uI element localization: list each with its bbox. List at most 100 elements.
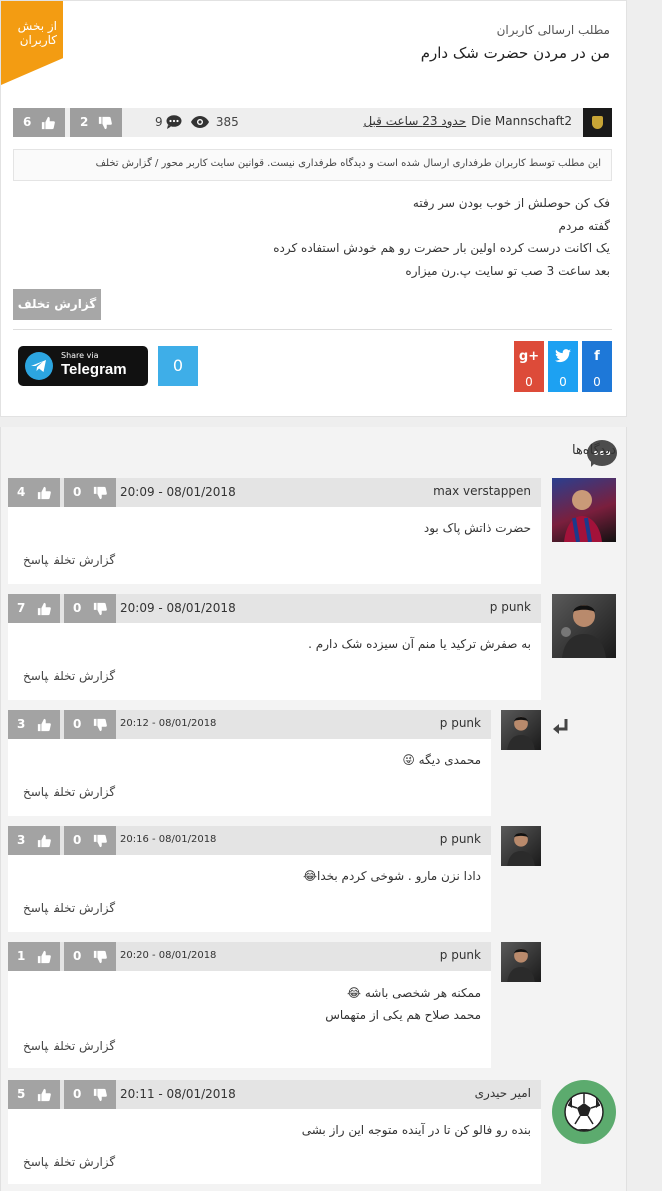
eye-icon [191,116,209,128]
comment-report-link[interactable]: گزارش تخلف [54,553,115,567]
comment-dislike-button[interactable]: 0 [64,594,116,623]
thumbs-down-icon [93,602,107,616]
comment-dislike-count: 0 [73,949,82,963]
comment-like-button[interactable]: 3 [8,710,60,739]
author-name[interactable]: Die Mannschaft2 [471,114,572,128]
comment-text: دادا نزن مارو . شوخی کردم بخدا😂 [303,866,481,886]
comment-header: p punk 20:12 - 08/01/2018 0 3 [8,710,491,739]
googleplus-share[interactable]: g+ 0 [514,341,544,392]
comment-like-button[interactable]: 1 [8,942,60,971]
comment-date: 20:16 - 08/01/2018 [120,834,217,845]
comment-date: 20:11 - 08/01/2018 [120,1087,236,1101]
post-body-line: یک اکانت درست کرده اولین بار حضرت رو هم … [273,241,610,255]
comment-report-link[interactable]: گزارش تخلف [54,669,115,683]
comment-author[interactable]: p punk [440,832,481,846]
comment-reply-link[interactable]: پاسخ [23,553,48,567]
comment-text-line: به صفرش ترکید یا منم آن سیزده شک دارم . [308,637,531,651]
comment-like-button[interactable]: 4 [8,478,60,507]
comment-text: محمدی دیگه 😜 [402,750,481,770]
comment-like-count: 7 [17,601,26,615]
post-category[interactable]: مطلب ارسالی کاربران [497,23,610,37]
comment-dislike-button[interactable]: 0 [64,826,116,855]
share-count: 0 [158,346,198,386]
views-count: 385 [215,115,239,129]
comment-header: p punk 20:09 - 08/01/2018 0 7 [8,594,541,623]
player-avatar[interactable] [552,478,616,542]
telegram-icon [25,352,53,380]
comment-text-line: محمد صلاح هم یکی از متهماس [325,1008,481,1022]
comment-header: p punk 20:20 - 08/01/2018 0 1 [8,942,491,971]
divider [13,329,612,330]
user-post-notice: این مطلب توسط کاربران طرفداری ارسال شده … [13,149,612,181]
comment-like-button[interactable]: 3 [8,826,60,855]
comment-dislike-button[interactable]: 0 [64,942,116,971]
comment-author[interactable]: امیر حیدری [475,1086,531,1100]
comment-report-link[interactable]: گزارش تخلف [54,1039,115,1053]
comment: max verstappen 20:09 - 08/01/2018 0 4 حض… [8,478,541,584]
comment-like-count: 1 [17,949,26,963]
thumbs-up-icon [37,718,51,732]
post-body-line: بعد ساعت 3 صب تو سایت پ.رن میزاره [405,263,610,278]
comment-actions: گزارش تخلف پاسخ [17,1155,115,1169]
comment-reply-link[interactable]: پاسخ [23,1039,48,1053]
author-line: Die Mannschaft2 حدود 23 ساعت قبل [363,114,572,128]
comment-reply-link[interactable]: پاسخ [23,669,48,683]
comment-text: ممکنه هر شخصی باشه 😂 محمد صلاح هم یکی از… [325,982,481,1026]
comment-actions: گزارش تخلف پاسخ [17,553,115,567]
twitter-share[interactable]: 0 [548,341,578,392]
dislike-count: 2 [80,115,89,129]
comment-report-link[interactable]: گزارش تخلف [54,1155,115,1169]
singer-avatar[interactable] [552,594,616,658]
singer-avatar[interactable] [501,826,541,866]
views-stat: 385 [191,115,239,129]
comment-dislike-count: 0 [73,717,82,731]
post-body-line: گفته مردم [558,218,610,233]
comment-dislike-button[interactable]: 0 [64,1080,116,1109]
comment-dislike-button[interactable]: 0 [64,710,116,739]
singer-avatar[interactable] [501,942,541,982]
comment-reply-link[interactable]: پاسخ [23,901,48,915]
comment-like-count: 5 [17,1087,26,1101]
facebook-share[interactable]: f 0 [582,341,612,392]
comment-author[interactable]: p punk [440,716,481,730]
comment-dislike-button[interactable]: 0 [64,478,116,507]
comment-actions: گزارش تخلف پاسخ [17,669,115,683]
comment-like-count: 3 [17,833,26,847]
comment-reply-link[interactable]: پاسخ [23,785,48,799]
comments-count: 9 [155,115,163,129]
comment-date: 20:09 - 08/01/2018 [120,485,236,499]
thumbs-up-icon [37,950,51,964]
comment-author[interactable]: max verstappen [433,484,531,498]
thumbs-down-icon [93,950,107,964]
soccer-ball-avatar[interactable] [552,1080,616,1144]
googleplus-icon: g+ [514,341,544,372]
comment-report-link[interactable]: گزارش تخلف [54,901,115,915]
comment-text: به صفرش ترکید یا منم آن سیزده شک دارم . [308,634,531,654]
post-body-line: فک کن حوصلش از خوب بودن سر رفته [412,196,610,210]
dislike-button[interactable]: 2 [70,108,122,137]
report-button[interactable]: گزارش تخلف [13,289,101,320]
comment-like-count: 3 [17,717,26,731]
comment-text: حضرت ذاتش پاک بود [424,518,531,538]
comment-report-link[interactable]: گزارش تخلف [54,785,115,799]
googleplus-count: 0 [514,372,544,392]
comment-reply-link[interactable]: پاسخ [23,1155,48,1169]
thumbs-up-icon [37,1088,51,1102]
post-card: از بخش کاربران مطلب ارسالی کاربران من در… [0,0,627,417]
comment-reply: p punk 20:16 - 08/01/2018 0 3 دادا نزن م… [8,826,491,932]
comment: امیر حیدری 20:11 - 08/01/2018 0 5 بنده ر… [8,1080,541,1184]
telegram-share-button[interactable]: Share via Telegram [18,346,148,386]
twitter-count: 0 [548,372,578,392]
telegram-label: Telegram [61,361,127,378]
comment-author[interactable]: p punk [440,948,481,962]
thumbs-up-icon [41,116,55,130]
author-avatar[interactable] [583,108,612,137]
singer-avatar[interactable] [501,710,541,750]
comment-like-button[interactable]: 5 [8,1080,60,1109]
comment-text-line: دادا نزن مارو . شوخی کردم بخدا😂 [302,869,481,883]
like-button[interactable]: 6 [13,108,65,137]
comment-text: بنده رو فالو کن تا در آینده متوجه این را… [302,1120,531,1140]
comment-author[interactable]: p punk [490,600,531,614]
comment-like-button[interactable]: 7 [8,594,60,623]
thumbs-down-icon [98,116,112,130]
